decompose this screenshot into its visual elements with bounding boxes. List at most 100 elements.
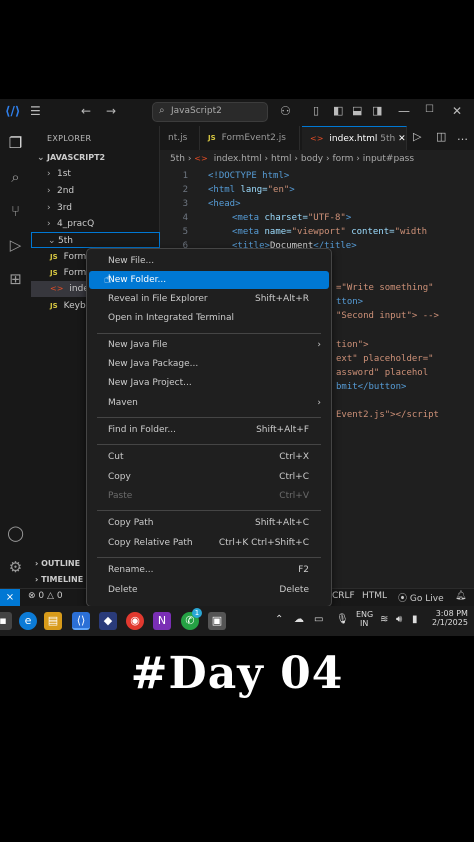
- taskbar-app-icon[interactable]: ◆: [99, 612, 117, 630]
- menu-item-rename[interactable]: Rename... F2: [89, 561, 329, 579]
- forward-arrow-icon[interactable]: →: [106, 104, 116, 118]
- menu-item-copy[interactable]: Copy Ctrl+C: [89, 468, 329, 486]
- menu-separator: [97, 417, 321, 418]
- folder-2nd[interactable]: › 2nd: [31, 183, 160, 199]
- tab-formevent2-js[interactable]: JS FormEvent2.js: [200, 126, 300, 150]
- more-actions-icon[interactable]: …: [457, 130, 468, 143]
- menu-item-delete[interactable]: Delete Delete: [89, 581, 329, 599]
- file-explorer-icon[interactable]: ▤: [44, 612, 62, 630]
- search-icon[interactable]: ⌕: [6, 168, 25, 187]
- explorer-header: EXPLORER: [47, 134, 92, 143]
- command-center-search[interactable]: ⌕ JavaScript2: [152, 102, 268, 122]
- folder-5th[interactable]: ⌄ 5th: [31, 232, 160, 248]
- split-editor-icon[interactable]: ◫: [436, 130, 446, 143]
- menu-item-find-in-folder[interactable]: Find in Folder... Shift+Alt+F: [89, 421, 329, 439]
- error-icon: ⊗: [28, 591, 36, 601]
- menu-item-new-java-file[interactable]: New Java File ›: [89, 336, 329, 354]
- js-file-icon: JS: [50, 269, 58, 277]
- folder-4-pracq[interactable]: › 4_pracQ: [31, 216, 160, 232]
- workspace-root[interactable]: ⌄ JAVASCRIPT2: [31, 150, 160, 166]
- mouse-cursor-icon: ☝: [104, 272, 112, 286]
- back-arrow-icon[interactable]: ←: [81, 104, 91, 118]
- go-live-button[interactable]: ⦿ Go Live: [398, 591, 444, 604]
- chevron-right-icon: ›: [47, 169, 51, 179]
- notifications-bell-icon[interactable]: 🔔︎: [455, 591, 466, 601]
- code-line: <meta name="viewport" content="width: [232, 227, 428, 237]
- toggle-panel-icon[interactable]: ⬓: [352, 104, 362, 117]
- source-control-icon[interactable]: ⑂: [6, 202, 25, 221]
- code-fragment: ext" placeholder=": [336, 354, 434, 364]
- menu-item-open-in-terminal[interactable]: Open in Integrated Terminal: [89, 309, 329, 327]
- broadcast-icon: ⦿: [398, 594, 408, 604]
- clock[interactable]: 3:08 PM 2/1/2025: [432, 609, 468, 627]
- microphone-icon[interactable]: 🎙︎: [336, 614, 349, 625]
- run-icon[interactable]: ▷: [413, 130, 421, 143]
- tab-index-html[interactable]: <> index.html 5th ✕: [302, 126, 407, 150]
- menu-item-cut[interactable]: Cut Ctrl+X: [89, 448, 329, 466]
- breadcrumb[interactable]: 5th › <> index.html › html › body › form …: [160, 150, 474, 167]
- chevron-right-icon: ›: [317, 398, 321, 408]
- code-line: <meta charset="UTF-8">: [232, 213, 352, 223]
- volume-icon[interactable]: 🔊︎: [396, 614, 402, 625]
- language-mode[interactable]: HTML: [362, 591, 387, 601]
- minimize-icon[interactable]: —: [398, 104, 410, 118]
- menu-item-paste: Paste Ctrl+V: [108, 491, 309, 501]
- menu-item-new-java-package[interactable]: New Java Package...: [89, 355, 329, 373]
- folder-1st[interactable]: › 1st: [31, 166, 160, 182]
- remote-indicator-icon[interactable]: ⨯: [0, 589, 20, 606]
- edge-browser-icon[interactable]: e: [19, 612, 37, 630]
- toggle-sidebar-icon[interactable]: ◧: [333, 104, 343, 117]
- taskbar-app-icon[interactable]: ▣: [208, 612, 226, 630]
- run-debug-icon[interactable]: ▷: [6, 236, 25, 255]
- chrome-browser-icon[interactable]: ◉: [126, 612, 144, 630]
- context-menu: New File... New Folder... Reveal in File…: [86, 248, 332, 607]
- problems-indicator[interactable]: ⊗ 0 △ 0: [28, 591, 63, 601]
- search-label: JavaScript2: [171, 106, 222, 116]
- activity-bar: ❐ ⌕ ⑂ ▷ ⊞ ◯ ⚙: [0, 126, 31, 590]
- menu-item-new-java-project[interactable]: New Java Project...: [89, 374, 329, 392]
- menu-item-reveal-in-file-explorer[interactable]: Reveal in File Explorer Shift+Alt+R: [89, 290, 329, 308]
- day-title: #Day 04: [130, 648, 344, 699]
- close-window-icon[interactable]: ✕: [452, 104, 462, 118]
- code-line: <!DOCTYPE html>: [208, 171, 290, 181]
- menu-item-new-folder[interactable]: New Folder...: [89, 271, 329, 289]
- chevron-right-icon: ›: [47, 203, 51, 213]
- account-icon[interactable]: ◯: [6, 524, 25, 543]
- eol-indicator[interactable]: CRLF: [332, 591, 355, 601]
- code-line: <html lang="en">: [208, 185, 295, 195]
- battery-icon[interactable]: ▮: [412, 614, 418, 625]
- network-icon[interactable]: ▭: [314, 614, 323, 625]
- tab-nt-js[interactable]: nt.js: [160, 126, 200, 150]
- onedrive-cloud-icon[interactable]: ☁: [294, 614, 304, 625]
- menu-item-copy-relative-path[interactable]: Copy Relative Path Ctrl+K Ctrl+Shift+C: [89, 534, 329, 552]
- title-bar: ⟨/⟩ ☰ ← → ⌕ JavaScript2 ⚇ ▯ ◧ ⬓ ◨ — ☐ ✕: [0, 99, 474, 126]
- folder-3rd[interactable]: › 3rd: [31, 200, 160, 216]
- chevron-right-icon: ›: [47, 219, 51, 229]
- settings-gear-icon[interactable]: ⚙: [6, 558, 25, 577]
- maximize-icon[interactable]: ☐: [425, 104, 434, 115]
- windows-taskbar: ▪ e ▤ ⟨⟩ ◆ ◉ N ✆ 1 ▣ ⌃ ☁ ▭ 🎙︎ ENG IN ≋ 🔊︎…: [0, 606, 474, 636]
- chevron-right-icon: ›: [317, 340, 321, 350]
- hamburger-menu-icon[interactable]: ☰: [30, 104, 41, 118]
- copilot-icon[interactable]: ⚇: [280, 104, 291, 118]
- menu-item-maven[interactable]: Maven ›: [89, 394, 329, 412]
- menu-item-new-file[interactable]: New File...: [89, 252, 329, 270]
- taskbar-app-icon[interactable]: ▪: [0, 612, 12, 630]
- close-tab-icon[interactable]: ✕: [398, 134, 406, 144]
- js-file-icon: JS: [208, 134, 216, 142]
- input-language[interactable]: ENG IN: [356, 610, 373, 628]
- toggle-secondary-sidebar-icon[interactable]: ◨: [372, 104, 382, 117]
- wifi-icon[interactable]: ≋: [380, 614, 388, 625]
- code-fragment: bmit</button>: [336, 382, 407, 392]
- menu-item-copy-path[interactable]: Copy Path Shift+Alt+C: [89, 514, 329, 532]
- js-file-icon: JS: [50, 253, 58, 261]
- explorer-icon[interactable]: ❐: [6, 134, 25, 153]
- extensions-icon[interactable]: ⊞: [6, 270, 25, 289]
- onenote-icon[interactable]: N: [153, 612, 171, 630]
- code-editor[interactable]: <!DOCTYPE html> <html lang="en"> <head> …: [208, 169, 474, 253]
- vscode-taskbar-icon[interactable]: ⟨⟩: [72, 612, 90, 630]
- layout-icon[interactable]: ▯: [313, 104, 319, 117]
- show-hidden-icons-icon[interactable]: ⌃: [275, 614, 283, 625]
- warning-icon: △: [47, 591, 54, 601]
- code-line: <head>: [208, 199, 241, 209]
